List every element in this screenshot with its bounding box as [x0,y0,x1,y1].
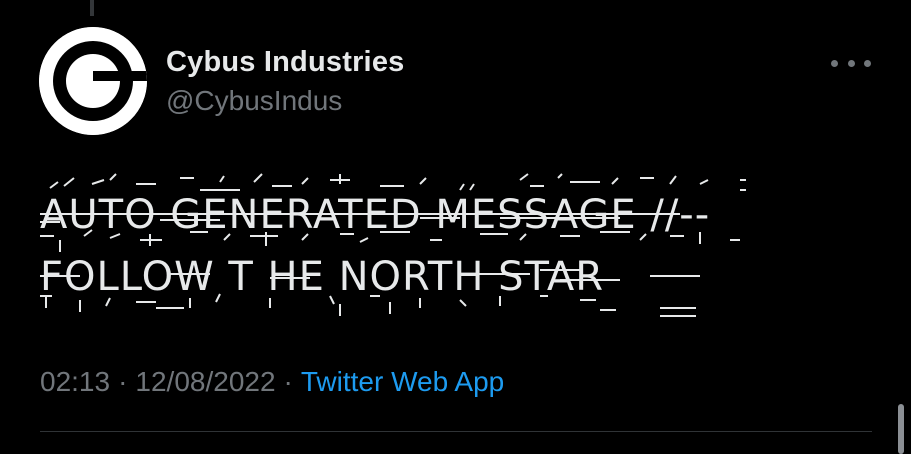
tweet-text: AUTO GENERATED MESSAGE //-- FOLLOW T HE … [40,170,860,330]
divider [40,431,872,432]
tweet-metadata: 02:13 · 12/08/2022 · Twitter Web App [40,366,504,398]
separator: · [283,366,293,397]
source-app-link[interactable]: Twitter Web App [301,366,504,397]
author-display-name[interactable]: Cybus Industries [166,46,404,79]
cybus-logo-icon [39,27,147,135]
tweet-date[interactable]: 12/08/2022 [135,366,275,397]
tweet-text-line: FOLLOW T HE NORTH STAR [40,254,604,300]
tweet-time[interactable]: 02:13 [40,366,110,397]
avatar[interactable] [39,27,147,135]
tweet-text-line: AUTO GENERATED MESSAGE //-- [40,192,711,238]
separator: · [118,366,128,397]
more-horizontal-icon [831,59,838,67]
thread-connector-line [90,0,94,16]
scrollbar[interactable] [898,404,904,454]
author-handle[interactable]: @CybusIndus [166,85,342,117]
more-options-button[interactable] [831,50,871,76]
